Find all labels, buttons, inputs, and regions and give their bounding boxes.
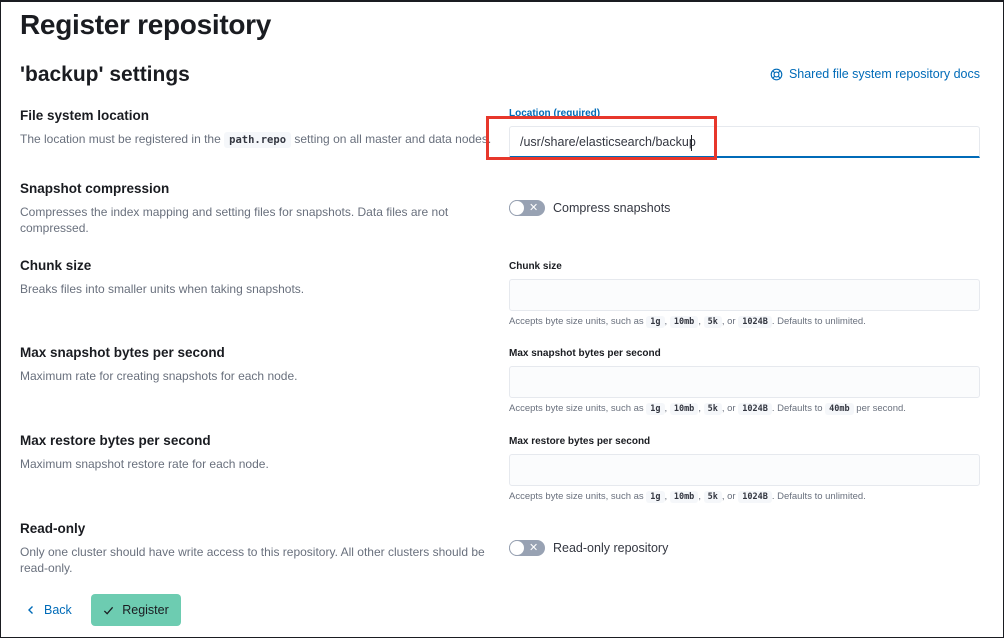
max-snapshot-help: Accepts byte size units, such as 1g, 10m… — [509, 403, 906, 415]
chunk-size-label: Chunk size — [509, 261, 562, 272]
location-label: Location (required) — [509, 108, 601, 119]
toggle-switch[interactable]: ✕ — [509, 200, 545, 216]
check-icon — [104, 606, 114, 615]
max-restore-help: Accepts byte size units, such as 1g, 10m… — [509, 491, 866, 503]
max-snapshot-input[interactable] — [509, 366, 980, 398]
settings-header: 'backup' settings Shared file system rep… — [20, 61, 980, 91]
docs-link[interactable]: Shared file system repository docs — [770, 67, 980, 81]
section-description: Breaks files into smaller units when tak… — [20, 282, 305, 296]
register-repository-page: Register repository 'backup' settings Sh… — [20, 8, 980, 626]
readonly-repository-toggle[interactable]: ✕ Read-only repository — [509, 540, 980, 556]
help-circle-icon — [770, 68, 783, 80]
section-title: Chunk size — [20, 258, 92, 273]
section-title: Max snapshot bytes per second — [20, 345, 225, 360]
section-description: Compresses the index mapping and setting… — [20, 205, 449, 235]
path-repo-code: path.repo — [224, 132, 292, 148]
back-button[interactable]: Back — [20, 594, 78, 626]
toggle-switch[interactable]: ✕ — [509, 540, 545, 556]
section-title: File system location — [20, 108, 150, 123]
max-restore-label: Max restore bytes per second — [509, 436, 651, 447]
section-description: Only one cluster should have write acces… — [20, 545, 485, 575]
section-description: The location must be registered in the p… — [20, 132, 492, 148]
cross-icon: ✕ — [529, 542, 539, 554]
section-title: Snapshot compression — [20, 181, 170, 196]
chunk-size-help: Accepts byte size units, such as 1g, 10m… — [509, 316, 866, 328]
toggle-label: Compress snapshots — [553, 201, 671, 215]
page-title: Register repository — [20, 9, 272, 40]
text-caret — [691, 135, 692, 151]
max-restore-input[interactable] — [509, 454, 980, 486]
section-title: Read-only — [20, 521, 86, 536]
register-button[interactable]: Register — [91, 594, 181, 626]
max-snapshot-label: Max snapshot bytes per second — [509, 348, 661, 359]
toggle-label: Read-only repository — [553, 541, 669, 555]
chunk-size-input[interactable] — [509, 279, 980, 311]
chevron-left-icon — [28, 606, 33, 614]
docs-link-label: Shared file system repository docs — [788, 67, 980, 81]
location-input[interactable] — [509, 126, 980, 158]
section-title: Max restore bytes per second — [20, 433, 211, 448]
section-description: Maximum rate for creating snapshots for … — [20, 369, 298, 383]
section-description: Maximum snapshot restore rate for each n… — [20, 457, 269, 471]
form-footer: Back Register — [20, 594, 980, 626]
compress-snapshots-toggle[interactable]: ✕ Compress snapshots — [509, 200, 980, 216]
cross-icon: ✕ — [529, 202, 539, 214]
